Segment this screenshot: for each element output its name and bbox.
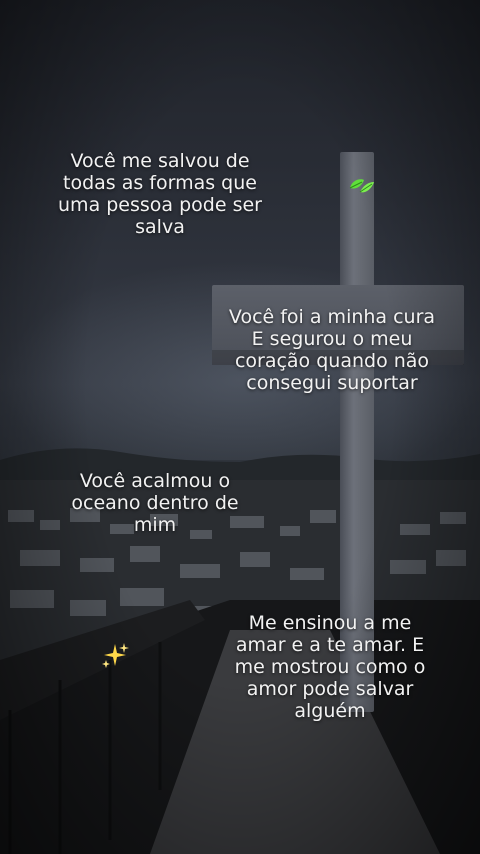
sparkles-icon xyxy=(102,643,129,668)
caption-1: Você me salvou de todas as formas que um… xyxy=(58,150,262,238)
leaf-icon xyxy=(349,179,374,193)
caption-3: Você acalmou o oceano dentro de mim xyxy=(71,470,239,536)
background-photo: Você me salvou de todas as formas que um… xyxy=(0,0,480,854)
caption-2: Você foi a minha cura E segurou o meu co… xyxy=(228,306,436,394)
vignette xyxy=(0,0,480,854)
caption-4: Me ensinou a me amar e a te amar. E me m… xyxy=(234,612,426,722)
